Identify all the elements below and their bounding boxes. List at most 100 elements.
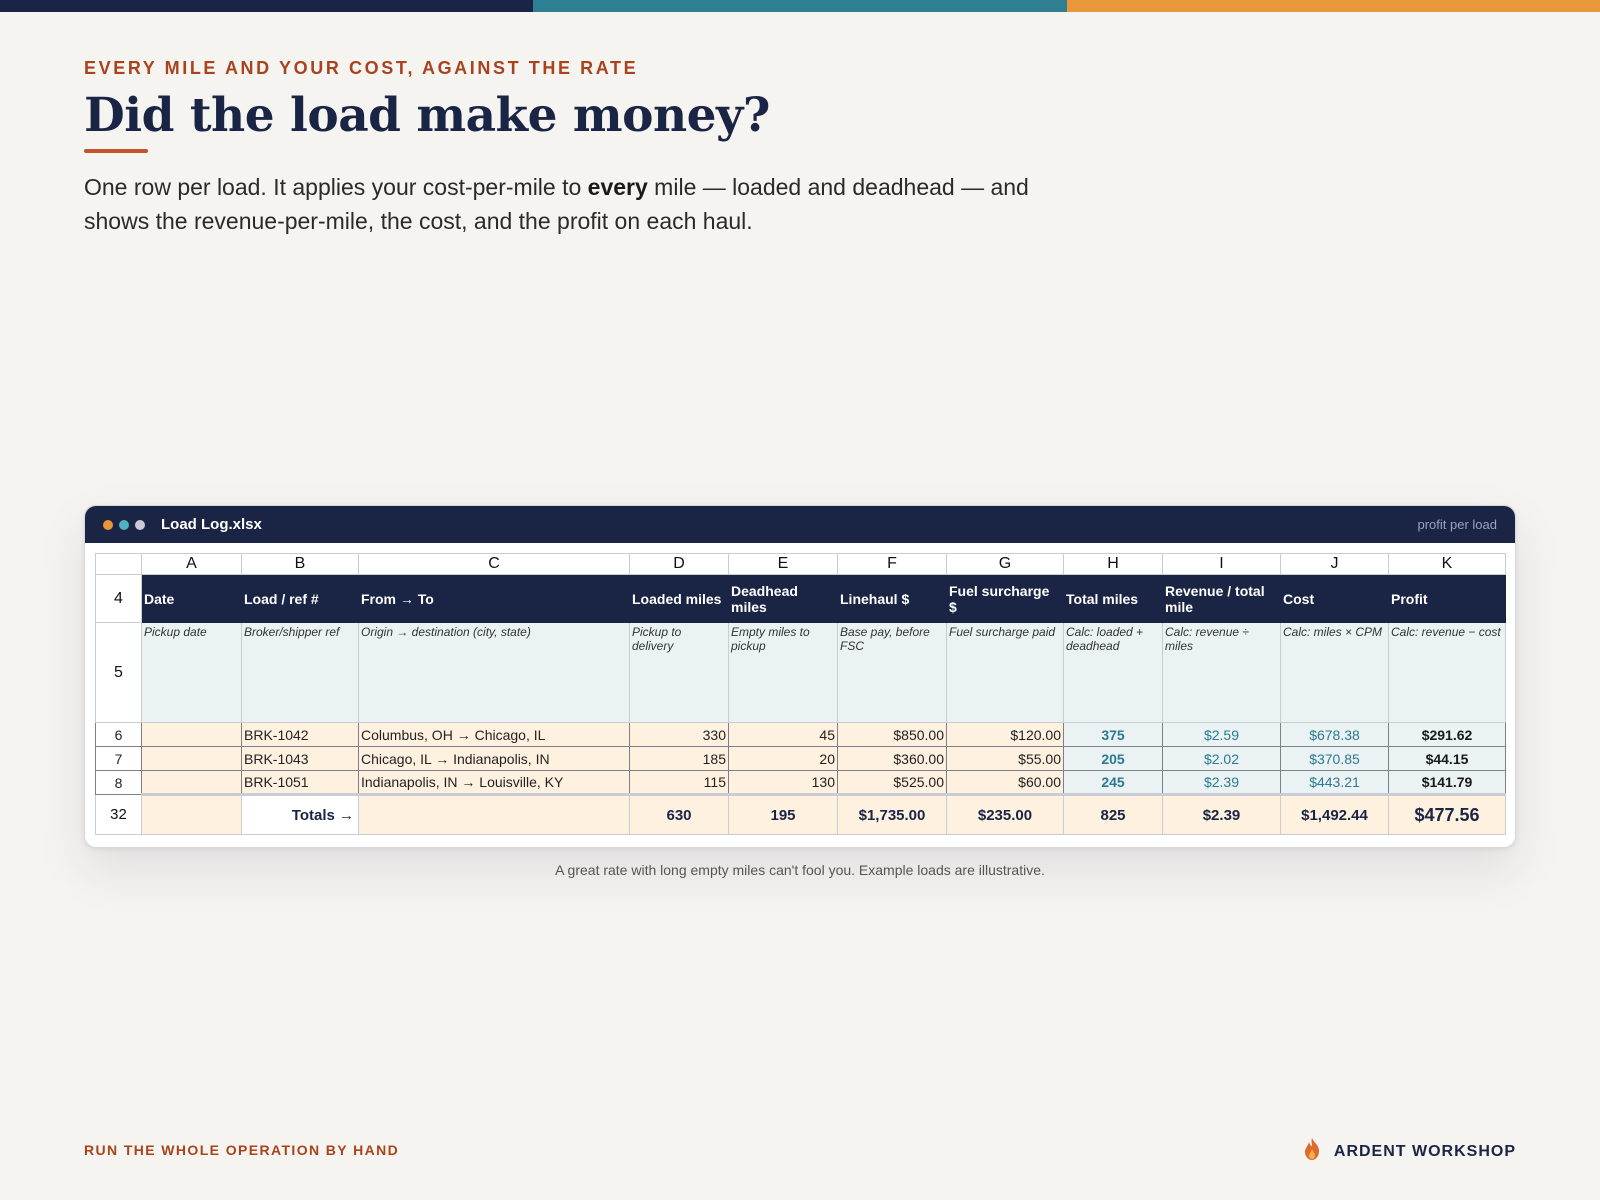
header-cell[interactable]: Loaded miles xyxy=(629,574,729,623)
header-row: 4 Date Load / ref # From → To Loaded mil… xyxy=(95,574,1506,623)
header-cell[interactable]: Cost xyxy=(1280,574,1389,623)
spreadsheet-window: Load Log.xlsx profit per load A B C D E … xyxy=(84,505,1516,848)
fuel-surcharge-cell[interactable]: $120.00 xyxy=(946,722,1064,747)
date-cell[interactable] xyxy=(141,770,242,795)
hint-cell[interactable]: Broker/shipper ref xyxy=(241,622,359,723)
column-header[interactable]: D xyxy=(629,553,729,575)
loaded-miles-cell[interactable]: 185 xyxy=(629,746,729,771)
date-cell[interactable] xyxy=(141,746,242,771)
route-cell[interactable]: Columbus, OH → Chicago, IL xyxy=(358,722,630,747)
lead-text-1: One row per load. It applies your cost-p… xyxy=(84,174,588,200)
header-cell[interactable]: Total miles xyxy=(1063,574,1163,623)
total-profit[interactable]: $477.56 xyxy=(1388,793,1506,835)
total-revenue-per-mile[interactable]: $2.39 xyxy=(1162,793,1281,835)
column-header[interactable]: B xyxy=(241,553,359,575)
total-miles-cell[interactable]: 375 xyxy=(1063,722,1163,747)
window-dot-orange-icon[interactable] xyxy=(103,519,113,530)
window-tag: profit per load xyxy=(1417,517,1498,532)
header-cell[interactable]: Fuel surcharge $ xyxy=(946,574,1064,623)
row-number[interactable]: 5 xyxy=(95,622,142,723)
cost-cell[interactable]: $370.85 xyxy=(1280,746,1389,771)
accent-navy xyxy=(0,0,534,12)
total-miles[interactable]: 825 xyxy=(1063,793,1163,835)
total-linehaul[interactable]: $1,735.00 xyxy=(837,793,947,835)
total-miles-cell[interactable]: 205 xyxy=(1063,746,1163,771)
row-number[interactable]: 6 xyxy=(95,722,142,747)
window-dot-grey-icon[interactable] xyxy=(135,519,145,530)
deadhead-miles-cell[interactable]: 45 xyxy=(728,722,838,747)
profit-cell[interactable]: $44.15 xyxy=(1388,746,1506,771)
total-miles-cell[interactable]: 245 xyxy=(1063,770,1163,795)
column-header[interactable]: E xyxy=(728,553,838,575)
row-number[interactable]: 4 xyxy=(95,574,142,623)
linehaul-cell[interactable]: $850.00 xyxy=(837,722,947,747)
column-header[interactable]: I xyxy=(1162,553,1281,575)
brand-name: ARDENT WORKSHOP xyxy=(1333,1142,1516,1160)
profit-cell[interactable]: $291.62 xyxy=(1388,722,1506,747)
totals-label[interactable]: Totals → xyxy=(241,793,359,835)
window-dot-teal-icon[interactable] xyxy=(119,519,129,530)
fuel-surcharge-cell[interactable]: $55.00 xyxy=(946,746,1064,771)
total-cost[interactable]: $1,492.44 xyxy=(1280,793,1389,835)
column-header-row: A B C D E F G H I J K xyxy=(95,553,1506,575)
linehaul-cell[interactable]: $360.00 xyxy=(837,746,947,771)
column-header[interactable]: A xyxy=(141,553,242,575)
header-cell[interactable]: From → To xyxy=(358,574,630,623)
route-cell[interactable]: Indianapolis, IN → Louisville, KY xyxy=(358,770,630,795)
column-header[interactable]: K xyxy=(1388,553,1506,575)
ref-cell[interactable]: BRK-1042 xyxy=(241,722,359,747)
eyebrow: EVERY MILE AND YOUR COST, AGAINST THE RA… xyxy=(84,58,639,78)
date-cell[interactable] xyxy=(141,722,242,747)
header-cell[interactable]: Revenue / total mile xyxy=(1162,574,1281,623)
column-header[interactable]: G xyxy=(946,553,1064,575)
row-number[interactable]: 7 xyxy=(95,746,142,771)
header-cell[interactable]: Deadhead miles xyxy=(728,574,838,623)
revenue-per-mile-cell[interactable]: $2.59 xyxy=(1162,722,1281,747)
loaded-miles-cell[interactable]: 330 xyxy=(629,722,729,747)
loaded-miles-cell[interactable]: 115 xyxy=(629,770,729,795)
ref-cell[interactable]: BRK-1043 xyxy=(241,746,359,771)
ref-cell[interactable]: BRK-1051 xyxy=(241,770,359,795)
column-header[interactable]: J xyxy=(1280,553,1389,575)
column-header[interactable]: F xyxy=(837,553,947,575)
fuel-surcharge-cell[interactable]: $60.00 xyxy=(946,770,1064,795)
totals-empty-cell[interactable] xyxy=(358,793,630,835)
totals-empty-cell[interactable] xyxy=(141,793,242,835)
window-title: Load Log.xlsx xyxy=(161,516,262,533)
total-deadhead-miles[interactable]: 195 xyxy=(728,793,838,835)
cost-cell[interactable]: $443.21 xyxy=(1280,770,1389,795)
hint-cell[interactable]: Calc: miles × CPM xyxy=(1280,622,1389,723)
deadhead-miles-cell[interactable]: 130 xyxy=(728,770,838,795)
hint-cell[interactable]: Pickup to delivery xyxy=(629,622,729,723)
column-header[interactable]: H xyxy=(1063,553,1163,575)
footer-tagline: RUN THE WHOLE OPERATION BY HAND xyxy=(84,1142,400,1158)
revenue-per-mile-cell[interactable]: $2.39 xyxy=(1162,770,1281,795)
linehaul-cell[interactable]: $525.00 xyxy=(837,770,947,795)
revenue-per-mile-cell[interactable]: $2.02 xyxy=(1162,746,1281,771)
header-cell[interactable]: Date xyxy=(141,574,242,623)
hint-cell[interactable]: Calc: loaded + deadhead xyxy=(1063,622,1163,723)
hint-cell[interactable]: Origin → destination (city, state) xyxy=(358,622,630,723)
total-loaded-miles[interactable]: 630 xyxy=(629,793,729,835)
row-number[interactable]: 32 xyxy=(95,794,142,835)
deadhead-miles-cell[interactable]: 20 xyxy=(728,746,838,771)
table-row: 7 BRK-1043 Chicago, IL → Indianapolis, I… xyxy=(95,746,1506,771)
window-titlebar: Load Log.xlsx profit per load xyxy=(85,506,1515,543)
header-cell[interactable]: Profit xyxy=(1388,574,1506,623)
hint-cell[interactable]: Fuel surcharge paid xyxy=(946,622,1064,723)
header-cell[interactable]: Linehaul $ xyxy=(837,574,947,623)
route-cell[interactable]: Chicago, IL → Indianapolis, IN xyxy=(358,746,630,771)
corner-cell[interactable] xyxy=(95,553,142,575)
header-cell[interactable]: Load / ref # xyxy=(241,574,359,623)
column-header[interactable]: C xyxy=(358,553,630,575)
profit-cell[interactable]: $141.79 xyxy=(1388,770,1506,795)
hint-cell[interactable]: Base pay, before FSC xyxy=(837,622,947,723)
hint-cell[interactable]: Pickup date xyxy=(141,622,242,723)
hint-cell[interactable]: Calc: revenue ÷ miles xyxy=(1162,622,1281,723)
caption: A great rate with long empty miles can't… xyxy=(555,862,1045,878)
hint-cell[interactable]: Calc: revenue − cost xyxy=(1388,622,1506,723)
cost-cell[interactable]: $678.38 xyxy=(1280,722,1389,747)
row-number[interactable]: 8 xyxy=(95,770,142,795)
hint-cell[interactable]: Empty miles to pickup xyxy=(728,622,838,723)
total-fuel-surcharge[interactable]: $235.00 xyxy=(946,793,1064,835)
